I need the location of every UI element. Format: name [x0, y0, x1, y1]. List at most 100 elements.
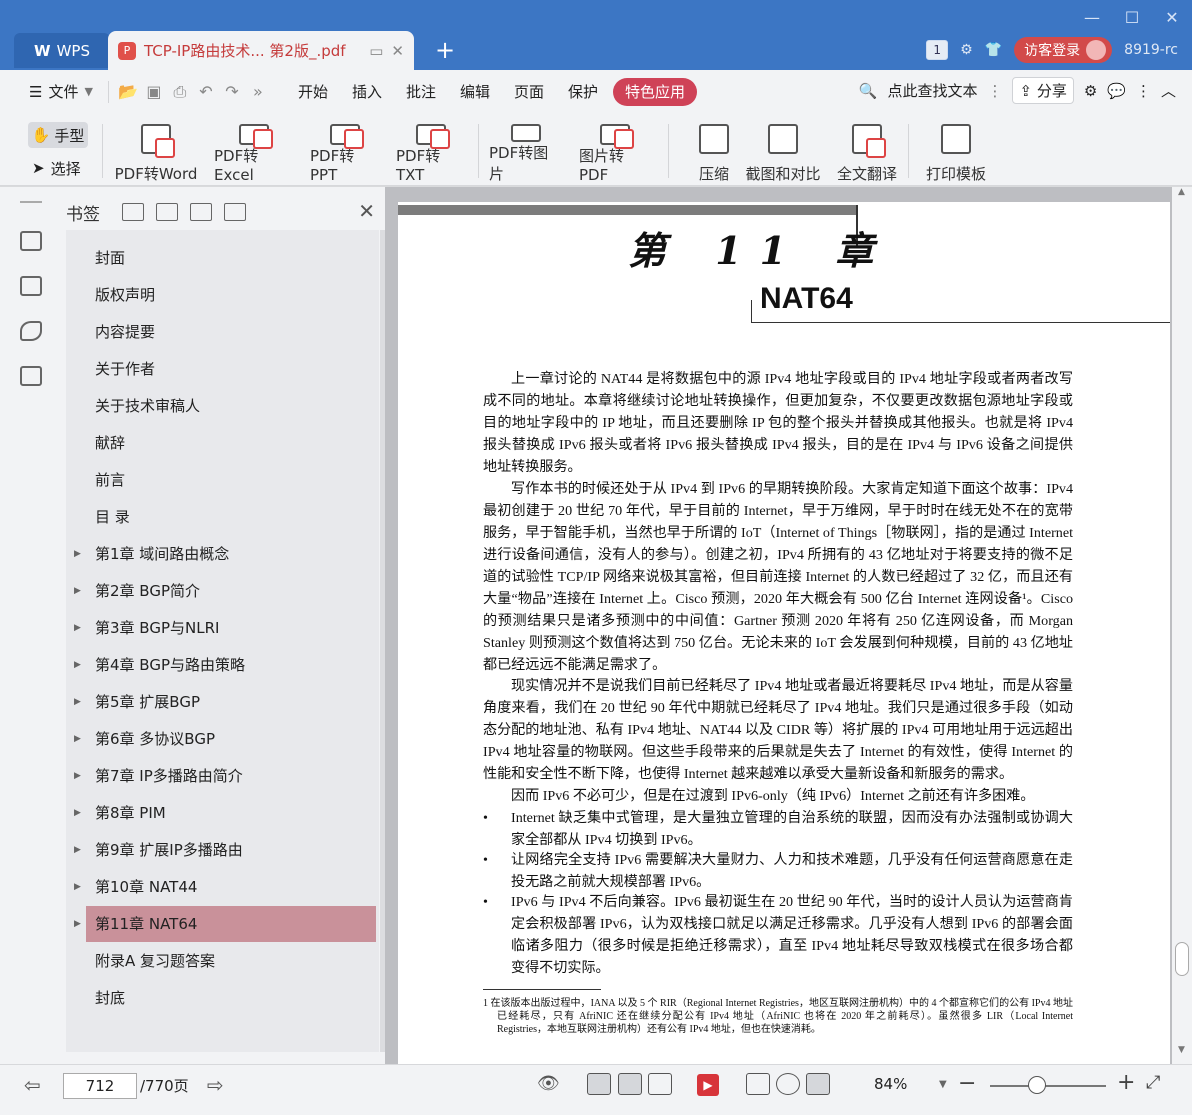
- thumbnail-icon[interactable]: [20, 276, 42, 296]
- eye-icon[interactable]: 👁: [537, 1073, 560, 1094]
- bookmark-item[interactable]: 目 录: [86, 499, 376, 535]
- menu-start[interactable]: 开始: [289, 78, 337, 106]
- menu-insert[interactable]: 插入: [343, 78, 391, 106]
- fullscreen-icon[interactable]: ⤢: [1146, 1072, 1160, 1093]
- bookmark-item[interactable]: ▶ 第11章 NAT64: [74, 906, 376, 942]
- save-icon[interactable]: ▣: [141, 79, 167, 105]
- bookmark-item[interactable]: ▶ 第6章 多协议BGP: [74, 721, 376, 757]
- pdf-to-image-button[interactable]: PDF转图片: [489, 120, 563, 184]
- actual-size-icon[interactable]: [746, 1073, 770, 1095]
- scroll-up-icon[interactable]: ▲: [1178, 187, 1185, 197]
- collapse-all-icon[interactable]: [190, 203, 212, 221]
- expand-arrow-icon[interactable]: ▶: [74, 684, 81, 720]
- minimize-icon[interactable]: —: [1082, 8, 1102, 32]
- scroll-thumb[interactable]: [1175, 942, 1189, 976]
- new-tab-button[interactable]: +: [430, 36, 460, 66]
- print-template-button[interactable]: 打印模板: [926, 120, 986, 184]
- menu-edit[interactable]: 编辑: [451, 78, 499, 106]
- close-icon[interactable]: ✕: [358, 199, 375, 223]
- image-to-pdf-button[interactable]: 图片转PDF: [579, 120, 651, 184]
- bookmark-item[interactable]: 封底: [86, 980, 376, 1016]
- bookmark-item[interactable]: 关于技术审稿人: [86, 388, 376, 424]
- bookmark-item[interactable]: 内容提要: [86, 314, 376, 350]
- print-icon[interactable]: ⎙: [167, 79, 193, 105]
- fit-page-icon[interactable]: [806, 1073, 830, 1095]
- bookmark-item[interactable]: 献辞: [86, 425, 376, 461]
- kebab-icon[interactable]: ⋮: [987, 82, 1002, 100]
- menu-page[interactable]: 页面: [505, 78, 553, 106]
- tab-close-icon[interactable]: ✕: [391, 42, 404, 60]
- bookmark-item[interactable]: ▶ 第3章 BGP与NLRI: [74, 610, 376, 646]
- open-icon[interactable]: 📂: [115, 79, 141, 105]
- bookmark-item[interactable]: 版权声明: [86, 277, 376, 313]
- menu-special-apps[interactable]: 特色应用: [613, 78, 698, 106]
- maximize-icon[interactable]: ☐: [1122, 8, 1142, 32]
- continuous-page-icon[interactable]: [618, 1073, 642, 1095]
- close-icon[interactable]: ✕: [1162, 8, 1182, 32]
- bookmark-item[interactable]: 关于作者: [86, 351, 376, 387]
- pdf-to-word-button[interactable]: PDF转Word: [114, 120, 198, 184]
- tab-wps[interactable]: W WPS: [14, 33, 110, 68]
- zoom-slider-handle[interactable]: [1028, 1076, 1046, 1094]
- expand-arrow-icon[interactable]: ▶: [74, 573, 81, 609]
- page-number-input[interactable]: 712: [63, 1073, 137, 1099]
- hand-tool-button[interactable]: ✋ 手型: [28, 122, 88, 148]
- bookmark-list-icon[interactable]: [20, 231, 42, 251]
- bookmark-item[interactable]: ▶ 第8章 PIM: [74, 795, 376, 831]
- image-extract-icon[interactable]: [20, 366, 42, 386]
- expand-arrow-icon[interactable]: ▶: [74, 832, 81, 868]
- settings-icon[interactable]: ⚙: [960, 42, 973, 58]
- bookmark-item[interactable]: 前言: [86, 462, 376, 498]
- bookmark-item[interactable]: ▶ 第4章 BGP与路由策略: [74, 647, 376, 683]
- expand-all-icon[interactable]: [156, 203, 178, 221]
- dual-page-icon[interactable]: [648, 1073, 672, 1095]
- monitor-icon[interactable]: ▭: [369, 42, 383, 60]
- expand-arrow-icon[interactable]: ▶: [74, 906, 81, 942]
- search-icon[interactable]: 🔍: [859, 82, 878, 100]
- select-tool-button[interactable]: ➤ 选择: [32, 156, 81, 180]
- fit-width-icon[interactable]: [776, 1073, 800, 1095]
- previous-page-icon[interactable]: ⇦: [24, 1073, 41, 1097]
- bookmark-settings-icon[interactable]: [224, 203, 246, 221]
- bookmark-item[interactable]: 封面: [86, 240, 376, 276]
- more-vert-icon[interactable]: ⋮: [1136, 82, 1151, 100]
- visitor-login-button[interactable]: 访客登录: [1014, 37, 1113, 63]
- expand-arrow-icon[interactable]: ▶: [74, 869, 81, 905]
- undo-icon[interactable]: ↶: [193, 79, 219, 105]
- bookmark-item[interactable]: ▶ 第2章 BGP简介: [74, 573, 376, 609]
- skin-icon[interactable]: 👕: [985, 42, 1002, 58]
- bookmark-item[interactable]: ▶ 第10章 NAT44: [74, 869, 376, 905]
- menu-protect[interactable]: 保护: [559, 78, 607, 106]
- pdf-to-excel-button[interactable]: PDF转Excel: [214, 120, 294, 184]
- pdf-to-ppt-button[interactable]: PDF转PPT: [310, 120, 380, 184]
- screenshot-compare-button[interactable]: 截图和对比: [745, 120, 821, 184]
- expand-arrow-icon[interactable]: ▶: [74, 721, 81, 757]
- scroll-down-icon[interactable]: ▼: [1178, 1045, 1185, 1055]
- document-scrollbar[interactable]: ▲ ▼: [1172, 187, 1192, 1064]
- zoom-dropdown-icon[interactable]: ▼: [939, 1079, 947, 1090]
- play-icon[interactable]: ▶: [697, 1074, 719, 1096]
- file-menu[interactable]: ☰ 文件 ▼: [20, 78, 102, 106]
- zoom-level[interactable]: 84%: [874, 1075, 907, 1093]
- more-icon[interactable]: »: [245, 79, 271, 105]
- expand-arrow-icon[interactable]: ▶: [74, 795, 81, 831]
- bookmark-item[interactable]: ▶ 第1章 域间路由概念: [74, 536, 376, 572]
- bookmark-item[interactable]: 附录A 复习题答案: [86, 943, 376, 979]
- add-bookmark-icon[interactable]: [122, 203, 144, 221]
- translate-button[interactable]: 全文翻译: [837, 120, 897, 184]
- collapse-icon[interactable]: ︿: [1161, 80, 1176, 101]
- page-count-badge[interactable]: 1: [926, 40, 949, 60]
- pdf-to-txt-button[interactable]: PDF转TXT: [396, 120, 466, 184]
- bookmark-item[interactable]: ▶ 第9章 扩展IP多播路由: [74, 832, 376, 868]
- expand-arrow-icon[interactable]: ▶: [74, 610, 81, 646]
- next-page-icon[interactable]: ⇨: [207, 1073, 224, 1097]
- expand-arrow-icon[interactable]: ▶: [74, 758, 81, 794]
- annotation-icon[interactable]: [20, 321, 42, 341]
- comment-icon[interactable]: 💬: [1107, 82, 1126, 100]
- single-page-icon[interactable]: [587, 1073, 611, 1095]
- expand-arrow-icon[interactable]: ▶: [74, 647, 81, 683]
- compress-button[interactable]: 压缩: [696, 120, 732, 184]
- expand-arrow-icon[interactable]: ▶: [74, 536, 81, 572]
- drag-handle-icon[interactable]: [20, 201, 42, 203]
- search-text-button[interactable]: 点此查找文本: [887, 80, 977, 101]
